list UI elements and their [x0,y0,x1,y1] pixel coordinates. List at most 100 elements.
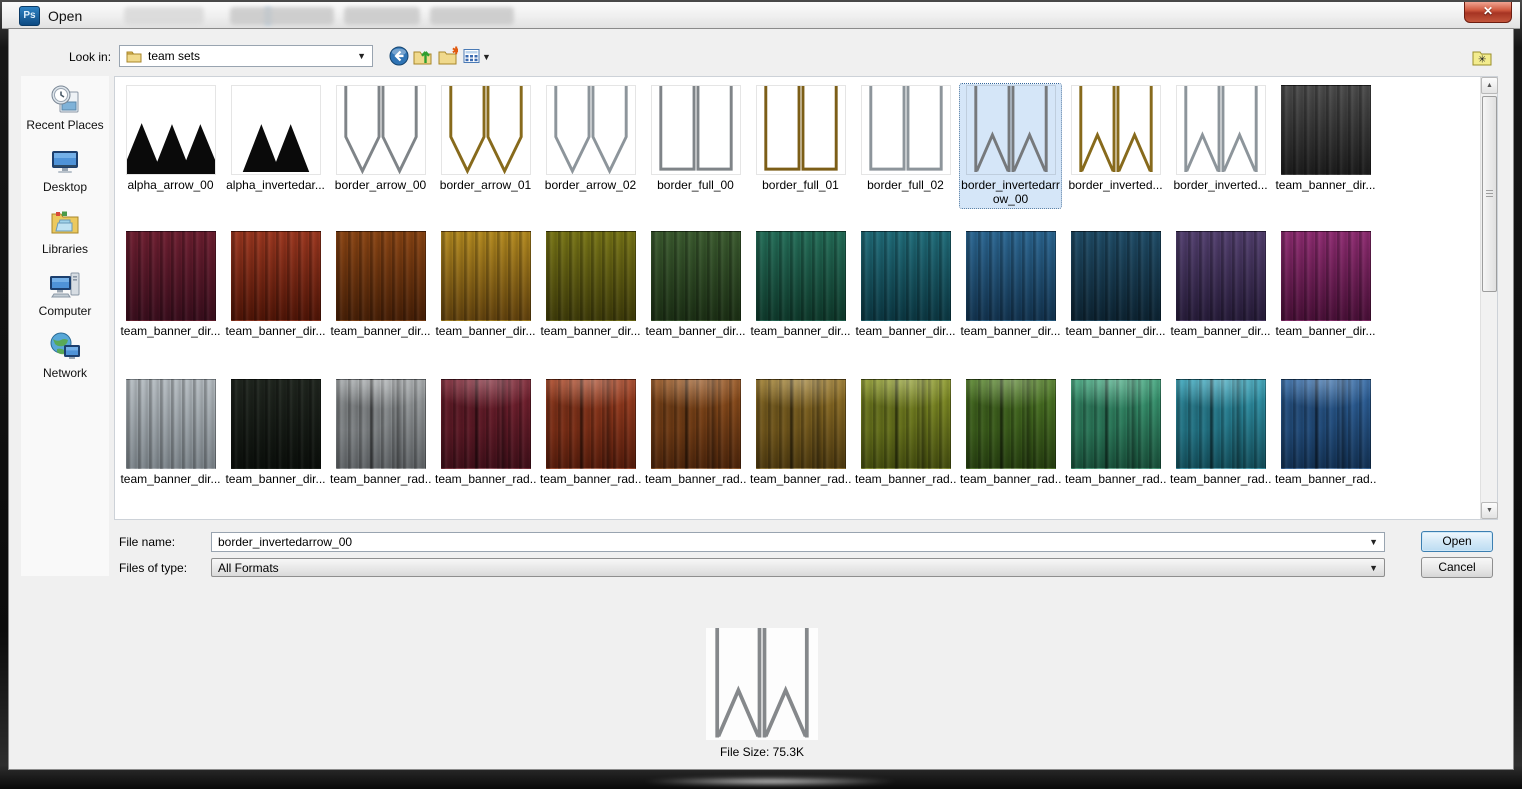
view-menu-icon[interactable] [462,46,482,66]
file-thumbnail [335,85,426,175]
file-label: team_banner_rad... [435,472,536,486]
file-item[interactable]: border_full_00 [645,84,746,208]
up-one-level-icon[interactable] [413,46,433,66]
file-label: team_banner_rad... [750,472,851,486]
file-grid-row: team_banner_dir... team_banner_dir... team… [115,378,1376,486]
file-item[interactable]: team_banner_dir... [1065,230,1166,338]
desktop-icon [52,151,78,173]
chevron-down-icon[interactable]: ▼ [357,51,366,61]
file-thumbnail [230,85,321,175]
open-dialog-window: Ps Open ✕ Look in: team sets ▼ ✱ ▼ ✳ Rec… [0,0,1522,789]
computer-icon [50,272,80,298]
scroll-up-icon[interactable]: ▲ [1481,77,1498,94]
file-item[interactable]: team_banner_dir... [750,230,851,338]
file-label: team_banner_dir... [120,324,221,338]
scroll-down-icon[interactable]: ▼ [1481,502,1498,519]
file-item[interactable]: team_banner_rad... [540,378,641,486]
chevron-down-icon[interactable]: ▼ [1369,537,1378,547]
file-name-input[interactable]: border_invertedarrow_00 ▼ [211,532,1385,552]
file-item[interactable]: team_banner_rad... [330,378,431,486]
vertical-scrollbar[interactable]: ▲ ▼ [1480,77,1498,519]
file-label: team_banner_dir... [645,324,746,338]
place-recent-places[interactable]: Recent Places [23,82,107,132]
file-label: team_banner_rad... [1170,472,1271,486]
file-item[interactable]: border_inverted... [1065,84,1166,208]
file-thumbnail [1070,85,1161,175]
file-thumbnail [125,85,216,175]
file-item[interactable]: team_banner_dir... [120,378,221,486]
file-item[interactable]: alpha_arrow_00 [120,84,221,208]
files-of-type-dropdown[interactable]: All Formats ▼ [211,558,1385,577]
file-list[interactable]: alpha_arrow_00 alpha_invertedar... border_… [114,76,1498,520]
background-window-fragment [124,7,204,25]
file-item[interactable]: team_banner_dir... [960,230,1061,338]
file-thumbnail [860,231,951,321]
view-menu-caret-icon[interactable]: ▼ [482,52,491,62]
file-item[interactable]: team_banner_dir... [435,230,536,338]
file-item[interactable]: team_banner_dir... [1275,230,1376,338]
file-label: team_banner_dir... [1275,324,1376,338]
place-desktop[interactable]: Desktop [23,144,107,194]
places-bar: Recent Places Desktop Libraries Computer… [21,76,109,576]
file-item[interactable]: team_banner_dir... [1170,230,1271,338]
close-button[interactable]: ✕ [1464,2,1512,23]
file-thumbnail [125,379,216,469]
file-size-caption: File Size: 75.3K [719,745,805,759]
network-icon [50,332,80,359]
title-bar[interactable]: Ps Open ✕ [2,2,1520,29]
file-item[interactable]: team_banner_dir... [540,230,641,338]
cancel-button[interactable]: Cancel [1421,557,1493,578]
file-item[interactable]: team_banner_dir... [330,230,431,338]
file-item[interactable]: team_banner_rad... [435,378,536,486]
file-item[interactable]: border_inverted... [1170,84,1271,208]
file-name-label: File name: [119,535,176,549]
file-item[interactable]: team_banner_rad... [750,378,851,486]
file-item[interactable]: alpha_invertedar... [225,84,326,208]
file-item[interactable]: team_banner_dir... [225,230,326,338]
file-item[interactable]: border_arrow_01 [435,84,536,208]
chevron-down-icon[interactable]: ▼ [1369,563,1378,573]
file-item[interactable]: border_full_02 [855,84,956,208]
scrollbar-thumb[interactable] [1482,96,1497,292]
file-item[interactable]: team_banner_dir... [225,378,326,486]
file-label: border_full_02 [867,178,944,192]
place-network[interactable]: Network [23,330,107,380]
background-window-fragment [230,7,334,25]
file-item[interactable]: team_banner_rad... [960,378,1061,486]
back-icon[interactable] [389,46,409,66]
new-folder-icon[interactable]: ✱ [438,46,458,66]
favorites-icon[interactable]: ✳ [1471,47,1493,67]
file-item-selected[interactable]: border_invertedarrow_00 [959,83,1062,209]
file-thumbnail [440,231,531,321]
file-label: team_banner_dir... [960,324,1061,338]
file-item[interactable]: team_banner_rad... [1275,378,1376,486]
file-label: team_banner_rad... [645,472,746,486]
file-item[interactable]: team_banner_rad... [1170,378,1271,486]
file-item[interactable]: team_banner_dir... [120,230,221,338]
file-item[interactable]: border_arrow_02 [540,84,641,208]
open-button[interactable]: Open [1421,531,1493,552]
file-label: team_banner_dir... [330,324,431,338]
file-label: team_banner_dir... [435,324,536,338]
place-computer[interactable]: Computer [23,268,107,318]
file-item[interactable]: team_banner_rad... [855,378,956,486]
file-label: border_arrow_00 [334,178,427,192]
file-label: team_banner_rad... [1275,472,1376,486]
file-thumbnail [1280,85,1371,175]
file-label: border_full_01 [762,178,839,192]
file-item[interactable]: team_banner_rad... [645,378,746,486]
place-libraries[interactable]: Libraries [23,206,107,256]
background-window-fragment [344,7,420,25]
file-item[interactable]: border_full_01 [750,84,851,208]
file-item[interactable]: border_arrow_00 [330,84,431,208]
file-thumbnail [1280,231,1371,321]
look-in-dropdown[interactable]: team sets ▼ [119,45,373,67]
file-item[interactable]: team_banner_rad... [1065,378,1166,486]
file-thumbnail [545,231,636,321]
file-thumbnail [755,231,846,321]
file-label: border_arrow_02 [544,178,637,192]
file-item[interactable]: team_banner_dir... [855,230,956,338]
file-item[interactable]: team_banner_dir... [645,230,746,338]
file-item[interactable]: team_banner_dir... [1275,84,1376,208]
file-preview-image [706,628,818,740]
